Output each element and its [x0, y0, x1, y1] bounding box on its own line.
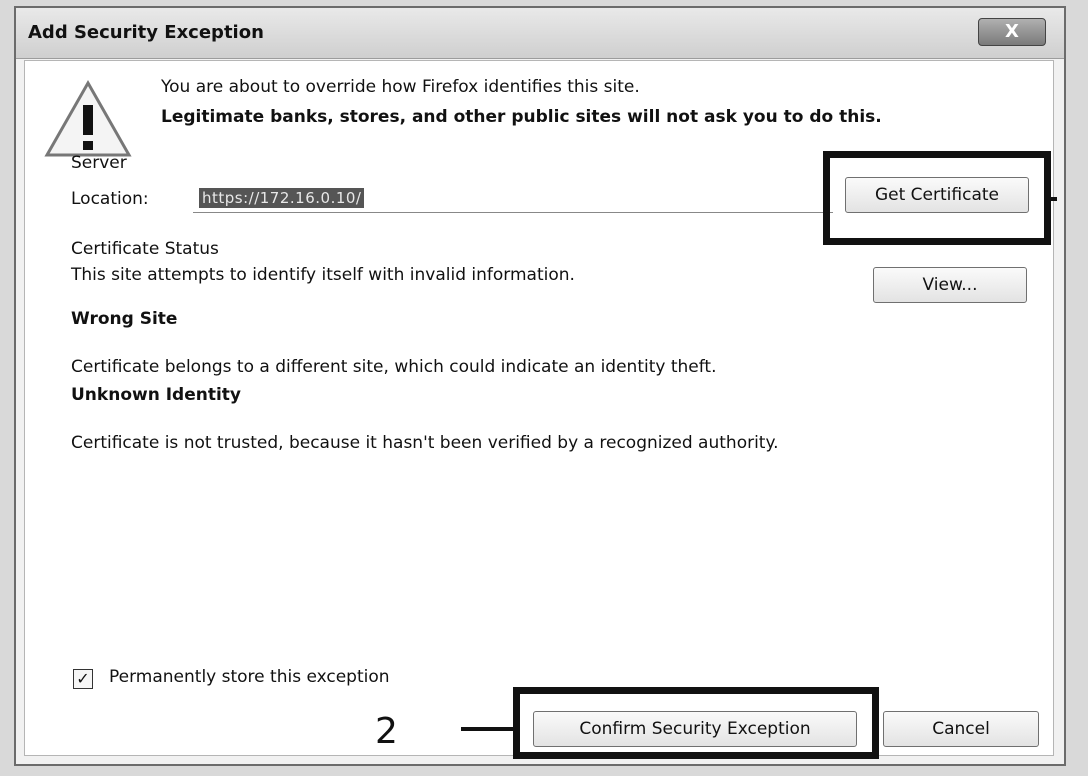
warning-icon	[44, 79, 132, 157]
close-button[interactable]: X	[978, 18, 1046, 46]
location-label: Location:	[71, 189, 149, 209]
title-bar: Add Security Exception X	[16, 8, 1064, 59]
certificate-status-text: This site attempts to identify itself wi…	[71, 265, 575, 285]
wrong-site-text: Certificate belongs to a different site,…	[71, 357, 717, 377]
dialog-content: You are about to override how Firefox id…	[24, 60, 1057, 759]
get-certificate-button[interactable]: Get Certificate	[845, 177, 1029, 213]
step-number-label: 2	[375, 711, 398, 752]
cancel-button[interactable]: Cancel	[883, 711, 1039, 747]
location-value: https://172.16.0.10/	[199, 188, 365, 208]
wrong-site-heading: Wrong Site	[71, 309, 178, 329]
warning-text: You are about to override how Firefox id…	[161, 77, 640, 97]
callout-line-2	[461, 727, 517, 731]
certificate-status-heading: Certificate Status	[71, 239, 219, 259]
add-security-exception-dialog: Add Security Exception X You are about t…	[14, 6, 1066, 766]
unknown-identity-heading: Unknown Identity	[71, 385, 242, 405]
view-button[interactable]: View...	[873, 267, 1027, 303]
permanently-store-label[interactable]: Permanently store this exception	[109, 667, 390, 687]
server-heading: Server	[71, 153, 127, 173]
callout-line-1	[1051, 197, 1057, 201]
location-input[interactable]: https://172.16.0.10/	[193, 185, 833, 213]
warning-text-bold: Legitimate banks, stores, and other publ…	[161, 107, 882, 127]
confirm-security-exception-button[interactable]: Confirm Security Exception	[533, 711, 857, 747]
unknown-identity-text: Certificate is not trusted, because it h…	[71, 433, 779, 453]
permanently-store-checkbox[interactable]: ✓	[73, 669, 93, 689]
dialog-title: Add Security Exception	[28, 22, 264, 43]
